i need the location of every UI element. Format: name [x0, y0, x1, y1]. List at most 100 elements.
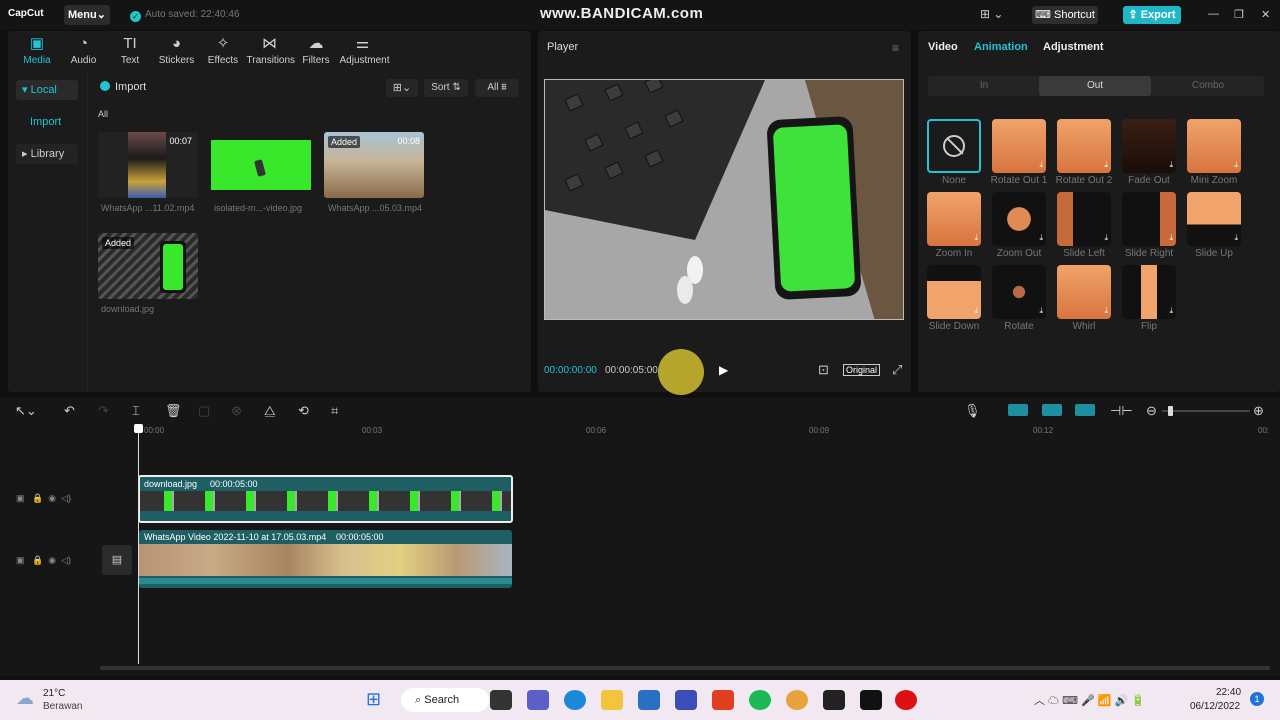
tab-animation[interactable]: Animation — [974, 41, 1028, 53]
animation-mini-zoom[interactable]: ⤓ — [1187, 119, 1241, 173]
tool-media[interactable]: ▣ Media — [14, 35, 60, 66]
animation-rotate-out-1[interactable]: ⤓ — [992, 119, 1046, 173]
menu-button[interactable]: Menu⌄ — [64, 5, 110, 25]
segment-combo[interactable]: Combo — [1152, 76, 1264, 96]
edge-icon[interactable] — [564, 690, 586, 710]
tool-text[interactable]: TI Text — [107, 35, 153, 66]
animation-slide-up[interactable]: ⤓ — [1187, 192, 1241, 246]
preview-axis-icon[interactable] — [1075, 404, 1095, 416]
bandicam-icon[interactable] — [895, 690, 917, 710]
sidebar-item-local[interactable]: ▾ Local — [16, 80, 78, 100]
office-icon[interactable] — [712, 690, 734, 710]
microphone-icon[interactable]: 🎙 — [964, 403, 981, 419]
screenshot-icon[interactable]: ⊡ — [818, 362, 829, 378]
teams-icon[interactable] — [527, 690, 549, 710]
link-icon[interactable] — [1042, 404, 1062, 416]
play-icon[interactable]: ▶ — [719, 363, 728, 377]
capcut-taskbar-icon[interactable] — [860, 690, 882, 710]
download-icon[interactable]: ⤓ — [1039, 233, 1043, 243]
original-ratio-button[interactable]: Original — [843, 364, 881, 376]
download-icon[interactable]: ⤓ — [1234, 233, 1238, 243]
close-icon[interactable]: ✕ — [1261, 8, 1270, 21]
video-preview[interactable] — [544, 79, 904, 320]
notification-badge[interactable]: 1 — [1250, 692, 1264, 706]
select-tool-icon[interactable]: ↖⌄ — [15, 403, 37, 419]
weather-temp[interactable]: 21°C — [43, 688, 65, 699]
zoom-in-icon[interactable]: ⊕ — [1253, 403, 1264, 419]
magnet-icon[interactable] — [1008, 404, 1028, 416]
download-icon[interactable]: ⤓ — [974, 233, 978, 243]
rotate-icon[interactable]: ⟲ — [298, 403, 309, 419]
sort-button[interactable]: Sort ⇅ — [424, 79, 468, 97]
download-icon[interactable]: ⤓ — [1169, 233, 1173, 243]
speaker-icon[interactable]: ◁) — [61, 555, 71, 565]
lock-icon[interactable]: 🔒 — [32, 555, 43, 565]
media-item[interactable]: 00:07 — [98, 132, 198, 198]
segment-out[interactable]: Out — [1039, 76, 1151, 96]
split-icon[interactable]: ⌶ — [132, 403, 140, 419]
animation-rotate[interactable]: ⤓ — [992, 265, 1046, 319]
tool-effects[interactable]: ✧ Effects — [200, 35, 246, 66]
animation-zoom-in[interactable]: ⤓ — [927, 192, 981, 246]
reverse-icon[interactable]: ⊗ — [231, 403, 242, 419]
windows-start-icon[interactable]: ⊞ — [366, 689, 381, 710]
crop-icon[interactable]: ⌗ — [331, 403, 338, 419]
animation-none[interactable] — [927, 119, 981, 173]
tool-audio[interactable]: ◔ Audio — [61, 35, 107, 66]
eye-icon[interactable]: ◉ — [48, 493, 56, 503]
delete-icon[interactable]: 🗑 — [165, 403, 182, 419]
taskbar-search[interactable]: ⌕ Search — [401, 688, 489, 712]
download-icon[interactable]: ⤓ — [1169, 160, 1173, 170]
tab-adjustment[interactable]: Adjustment — [1043, 41, 1104, 53]
media-item[interactable]: Added 00:08 — [324, 132, 424, 198]
timeline-clip-video[interactable]: WhatsApp Video 2022-11-10 at 17.05.03.mp… — [139, 530, 512, 588]
task-view-icon[interactable] — [490, 690, 512, 710]
animation-whirl[interactable]: ⤓ — [1057, 265, 1111, 319]
download-icon[interactable]: ⤓ — [1104, 160, 1108, 170]
align-icon[interactable]: ⊣⊢ — [1110, 403, 1133, 419]
zoom-slider-thumb[interactable] — [1168, 406, 1173, 416]
maximize-icon[interactable]: ❐ — [1234, 8, 1244, 21]
download-icon[interactable]: ⤓ — [1039, 160, 1043, 170]
eye-icon[interactable]: ◉ — [48, 555, 56, 565]
spotify-icon[interactable] — [749, 690, 771, 710]
export-button[interactable]: ⇪ Export — [1123, 6, 1181, 24]
fullscreen-icon[interactable]: ⤢ — [892, 362, 902, 378]
cover-icon[interactable]: ▣ — [16, 555, 25, 565]
freeze-icon[interactable]: ▢ — [198, 403, 210, 419]
lock-icon[interactable]: 🔒 — [32, 493, 43, 503]
shortcut-button[interactable]: ⌨ Shortcut — [1032, 6, 1098, 24]
system-tray-icons[interactable]: ︿ ☁ ⌨ 🎤 📶 🔊 🔋 — [1034, 692, 1145, 708]
notes-icon[interactable] — [823, 690, 845, 710]
tool-adjustment[interactable]: ⚌ Adjustment — [340, 35, 390, 66]
minimize-icon[interactable]: — — [1208, 8, 1219, 20]
animation-zoom-out[interactable]: ⤓ — [992, 192, 1046, 246]
timeline-clip-image[interactable]: download.jpg 00:00:05:00 — [138, 475, 513, 523]
mail-icon[interactable] — [638, 690, 660, 710]
cover-button[interactable]: ▤ — [102, 545, 132, 575]
media-item[interactable]: Added — [98, 233, 198, 299]
animation-slide-right[interactable]: ⤓ — [1122, 192, 1176, 246]
sidebar-item-library[interactable]: ▸ Library — [16, 144, 78, 164]
filter-button[interactable]: All ⩩ — [475, 79, 519, 97]
speaker-icon[interactable]: ◁) — [61, 493, 71, 503]
media-item[interactable] — [211, 132, 311, 198]
hamburger-icon[interactable]: ≡ — [892, 41, 899, 55]
undo-icon[interactable]: ↶ — [64, 403, 75, 419]
playhead-handle[interactable] — [134, 424, 143, 433]
tool-stickers[interactable]: ◕ Stickers — [154, 35, 200, 66]
tool-transitions[interactable]: ⋈ Transitions — [247, 35, 296, 66]
sidebar-item-import[interactable]: Import — [24, 112, 86, 132]
timeline-scrollbar[interactable] — [100, 666, 1270, 670]
word-icon[interactable] — [675, 690, 697, 710]
animation-slide-down[interactable]: ⤓ — [927, 265, 981, 319]
animation-rotate-out-2[interactable]: ⤓ — [1057, 119, 1111, 173]
download-icon[interactable]: ⤓ — [1039, 306, 1043, 316]
mirror-icon[interactable]: ⧋ — [264, 403, 276, 419]
import-button[interactable]: Import — [100, 81, 146, 93]
file-explorer-icon[interactable] — [601, 690, 623, 710]
zoom-slider[interactable] — [1162, 406, 1250, 416]
zoom-out-icon[interactable]: ⊖ — [1146, 403, 1157, 419]
animation-flip[interactable]: ⤓ — [1122, 265, 1176, 319]
tab-video[interactable]: Video — [928, 41, 958, 53]
